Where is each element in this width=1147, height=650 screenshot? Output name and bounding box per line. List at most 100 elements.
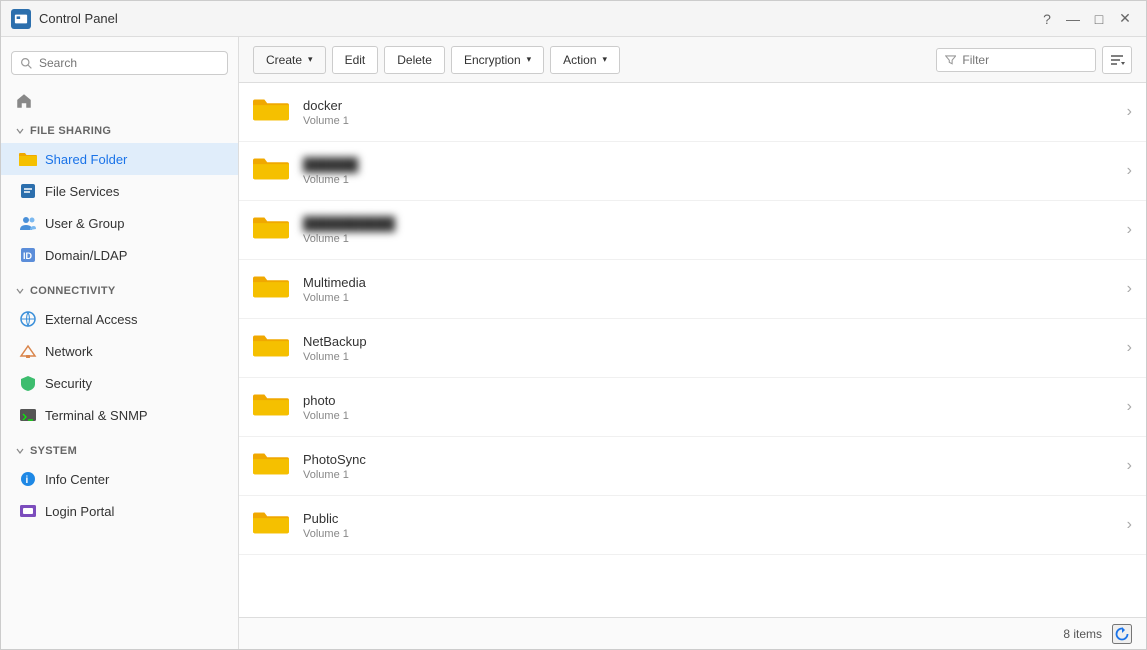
sidebar: File Sharing Shared Folder File Services: [1, 37, 239, 649]
folder-name-blurred-2: ██████████: [303, 216, 1115, 231]
titlebar-title: Control Panel: [39, 11, 1028, 26]
section-system[interactable]: System: [1, 439, 238, 463]
login-portal-icon: [19, 502, 37, 520]
folder-name-photosync: PhotoSync: [303, 452, 1115, 467]
section-file-sharing[interactable]: File Sharing: [1, 119, 238, 143]
security-icon: [19, 374, 37, 392]
folder-item-docker[interactable]: docker Volume 1 ›: [239, 83, 1146, 142]
statusbar: 8 items: [239, 617, 1146, 649]
chevron-netbackup: ›: [1127, 339, 1132, 357]
delete-button[interactable]: Delete: [384, 46, 445, 74]
sort-button[interactable]: [1102, 46, 1132, 74]
main-content: File Sharing Shared Folder File Services: [1, 37, 1146, 649]
chevron-photo: ›: [1127, 398, 1132, 416]
folder-item-blurred-1[interactable]: ██████ Volume 1 ›: [239, 142, 1146, 201]
folder-name-multimedia: Multimedia: [303, 275, 1115, 290]
right-panel: Create ▾ Edit Delete Encryption ▾ Action…: [239, 37, 1146, 649]
shared-folder-label: Shared Folder: [45, 152, 127, 167]
folder-sub-multimedia: Volume 1: [303, 292, 1115, 304]
sidebar-item-user-group[interactable]: User & Group: [1, 207, 238, 239]
folder-sub-blurred-1: Volume 1: [303, 174, 1115, 186]
network-icon: [19, 342, 37, 360]
collapse-icon-3: [15, 446, 25, 456]
delete-label: Delete: [397, 53, 432, 67]
external-access-icon: [19, 310, 37, 328]
folder-icon-blurred-1: [253, 152, 291, 190]
info-center-icon: i: [19, 470, 37, 488]
items-count: 8 items: [1063, 627, 1102, 641]
folder-icon-docker: [253, 93, 291, 131]
sidebar-item-network[interactable]: Network: [1, 335, 238, 367]
encryption-dropdown-arrow: ▾: [527, 54, 532, 65]
refresh-button[interactable]: [1112, 624, 1132, 644]
action-dropdown-arrow: ▾: [603, 54, 608, 65]
toolbar: Create ▾ Edit Delete Encryption ▾ Action…: [239, 37, 1146, 83]
folder-item-blurred-2[interactable]: ██████████ Volume 1 ›: [239, 201, 1146, 260]
sort-icon: [1109, 52, 1125, 68]
close-button[interactable]: ✕: [1114, 8, 1136, 30]
edit-button[interactable]: Edit: [332, 46, 379, 74]
minimize-button[interactable]: —: [1062, 8, 1084, 30]
chevron-docker: ›: [1127, 103, 1132, 121]
folder-item-multimedia[interactable]: Multimedia Volume 1 ›: [239, 260, 1146, 319]
svg-text:i: i: [26, 475, 29, 486]
folder-list: docker Volume 1 › ██████ V: [239, 83, 1146, 617]
sidebar-item-terminal-snmp[interactable]: Terminal & SNMP: [1, 399, 238, 431]
sidebar-item-home[interactable]: [1, 85, 238, 117]
login-portal-label: Login Portal: [45, 504, 114, 519]
folder-icon-photosync: [253, 447, 291, 485]
search-icon: [20, 57, 33, 70]
maximize-button[interactable]: □: [1088, 8, 1110, 30]
folder-info-photo: photo Volume 1: [303, 393, 1115, 422]
domain-icon: ID: [19, 246, 37, 264]
file-services-label: File Services: [45, 184, 119, 199]
refresh-icon: [1114, 626, 1130, 642]
home-icon: [15, 92, 33, 110]
folder-item-photo[interactable]: photo Volume 1 ›: [239, 378, 1146, 437]
chevron-blurred-2: ›: [1127, 221, 1132, 239]
create-button[interactable]: Create ▾: [253, 46, 326, 74]
file-services-icon: [19, 182, 37, 200]
folder-name-netbackup: NetBackup: [303, 334, 1115, 349]
sidebar-item-security[interactable]: Security: [1, 367, 238, 399]
folder-icon-multimedia: [253, 270, 291, 308]
folder-item-public[interactable]: Public Volume 1 ›: [239, 496, 1146, 555]
folder-sub-docker: Volume 1: [303, 115, 1115, 127]
encryption-label: Encryption: [464, 53, 521, 67]
collapse-icon-2: [15, 286, 25, 296]
filter-box[interactable]: [936, 48, 1096, 72]
sidebar-item-external-access[interactable]: External Access: [1, 303, 238, 335]
folder-sub-photosync: Volume 1: [303, 469, 1115, 481]
folder-info-multimedia: Multimedia Volume 1: [303, 275, 1115, 304]
folder-sub-photo: Volume 1: [303, 410, 1115, 422]
network-label: Network: [45, 344, 93, 359]
folder-icon-blurred-2: [253, 211, 291, 249]
section-connectivity[interactable]: Connectivity: [1, 279, 238, 303]
section-file-sharing-label: File Sharing: [30, 125, 111, 137]
external-access-label: External Access: [45, 312, 138, 327]
search-box[interactable]: [11, 51, 228, 75]
encryption-button[interactable]: Encryption ▾: [451, 46, 544, 74]
sidebar-item-file-services[interactable]: File Services: [1, 175, 238, 207]
folder-info-docker: docker Volume 1: [303, 98, 1115, 127]
search-input[interactable]: [39, 56, 219, 70]
help-button[interactable]: ?: [1036, 8, 1058, 30]
user-group-icon: [19, 214, 37, 232]
folder-item-photosync[interactable]: PhotoSync Volume 1 ›: [239, 437, 1146, 496]
sidebar-item-info-center[interactable]: i Info Center: [1, 463, 238, 495]
sidebar-item-domain-ldap[interactable]: ID Domain/LDAP: [1, 239, 238, 271]
action-button[interactable]: Action ▾: [550, 46, 620, 74]
sidebar-item-login-portal[interactable]: Login Portal: [1, 495, 238, 527]
edit-label: Edit: [345, 53, 366, 67]
chevron-public: ›: [1127, 516, 1132, 534]
sidebar-item-shared-folder[interactable]: Shared Folder: [1, 143, 238, 175]
folder-item-netbackup[interactable]: NetBackup Volume 1 ›: [239, 319, 1146, 378]
filter-input[interactable]: [962, 53, 1087, 67]
info-center-label: Info Center: [45, 472, 109, 487]
action-label: Action: [563, 53, 596, 67]
security-label: Security: [45, 376, 92, 391]
folder-name-public: Public: [303, 511, 1115, 526]
folder-name-docker: docker: [303, 98, 1115, 113]
svg-text:ID: ID: [23, 251, 33, 261]
chevron-photosync: ›: [1127, 457, 1132, 475]
